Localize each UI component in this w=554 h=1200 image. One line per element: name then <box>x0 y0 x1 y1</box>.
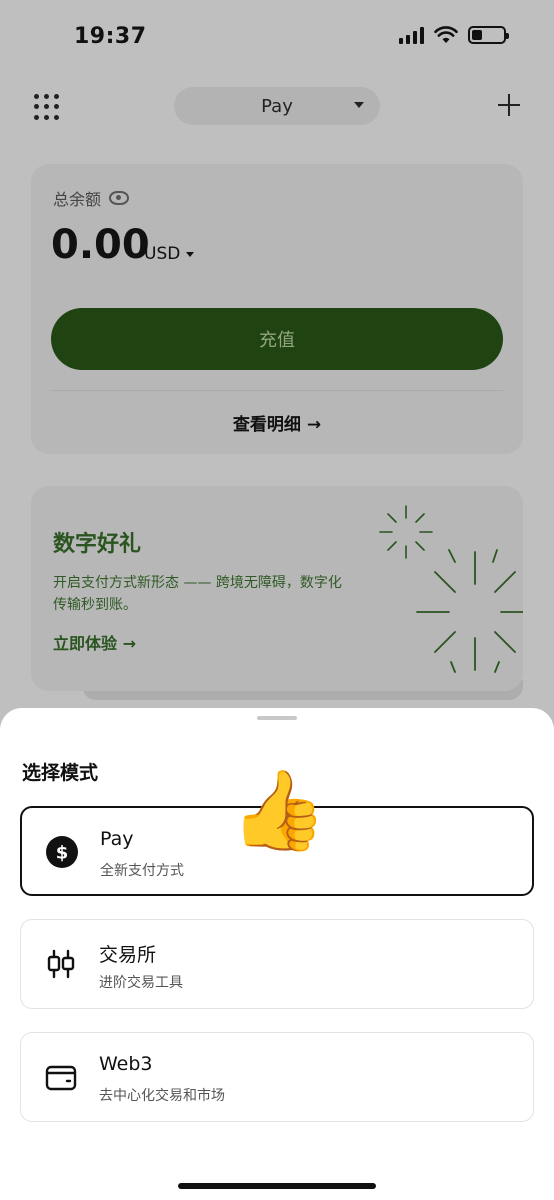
thumbs-up-emoji-icon: 👍 <box>230 766 328 856</box>
mode-dropdown[interactable]: Pay <box>174 87 380 125</box>
wifi-icon <box>434 26 458 43</box>
option-subtitle: 全新支付方式 <box>100 863 184 879</box>
balance-label: 总余额 <box>53 190 102 209</box>
cellular-signal-icon <box>399 26 424 44</box>
svg-text:$: $ <box>56 843 69 864</box>
option-subtitle: 去中心化交易和市场 <box>99 1088 225 1104</box>
currency-selector[interactable]: USD <box>144 244 195 264</box>
balance-label-row: 总余额 <box>53 186 130 210</box>
add-plus-icon[interactable] <box>498 94 520 116</box>
status-time: 19:37 <box>74 24 147 49</box>
currency-label: USD <box>144 244 181 264</box>
option-exchange[interactable]: 交易所 进阶交易工具 <box>20 919 534 1009</box>
promo-cta-link[interactable]: 立即体验 → <box>53 630 136 654</box>
status-icons <box>399 26 509 44</box>
candlestick-icon <box>47 949 75 979</box>
wallet-icon <box>45 1065 77 1091</box>
option-title: 交易所 <box>99 944 157 966</box>
view-details-link[interactable]: 查看明细 → <box>31 410 523 435</box>
recharge-button[interactable]: 充值 <box>51 308 503 370</box>
promo-title: 数字好礼 <box>53 532 142 557</box>
option-title: Pay <box>100 828 134 850</box>
status-bar: 19:37 <box>0 22 554 56</box>
sheet-drag-handle[interactable] <box>257 716 297 720</box>
divider <box>51 390 503 391</box>
app-screen: 19:37 Pay 总余额 0.00 USD 充值 查看明细 → 数字好礼 开启… <box>0 0 554 1200</box>
battery-icon <box>468 26 509 44</box>
home-indicator <box>178 1183 376 1189</box>
balance-card: 总余额 0.00 USD 充值 查看明细 → <box>31 164 523 454</box>
option-title: Web3 <box>99 1053 153 1075</box>
firework-large-icon <box>416 549 523 673</box>
caret-down-icon <box>186 251 195 257</box>
sheet-title: 选择模式 <box>22 762 99 784</box>
promo-description: 开启支付方式新形态 —— 跨境无障碍，数字化传输秒到账。 <box>53 575 342 613</box>
balance-amount: 0.00 <box>51 222 150 268</box>
option-web3[interactable]: Web3 去中心化交易和市场 <box>20 1032 534 1122</box>
mode-dropdown-label: Pay <box>261 95 293 117</box>
option-subtitle: 进阶交易工具 <box>99 975 183 991</box>
dollar-circle-icon: $ <box>46 836 78 868</box>
apps-grid-icon[interactable] <box>34 94 60 120</box>
eye-icon[interactable] <box>109 191 130 205</box>
promo-card[interactable]: 数字好礼 开启支付方式新形态 —— 跨境无障碍，数字化传输秒到账。 立即体验 → <box>31 486 523 691</box>
caret-down-icon <box>354 102 364 108</box>
